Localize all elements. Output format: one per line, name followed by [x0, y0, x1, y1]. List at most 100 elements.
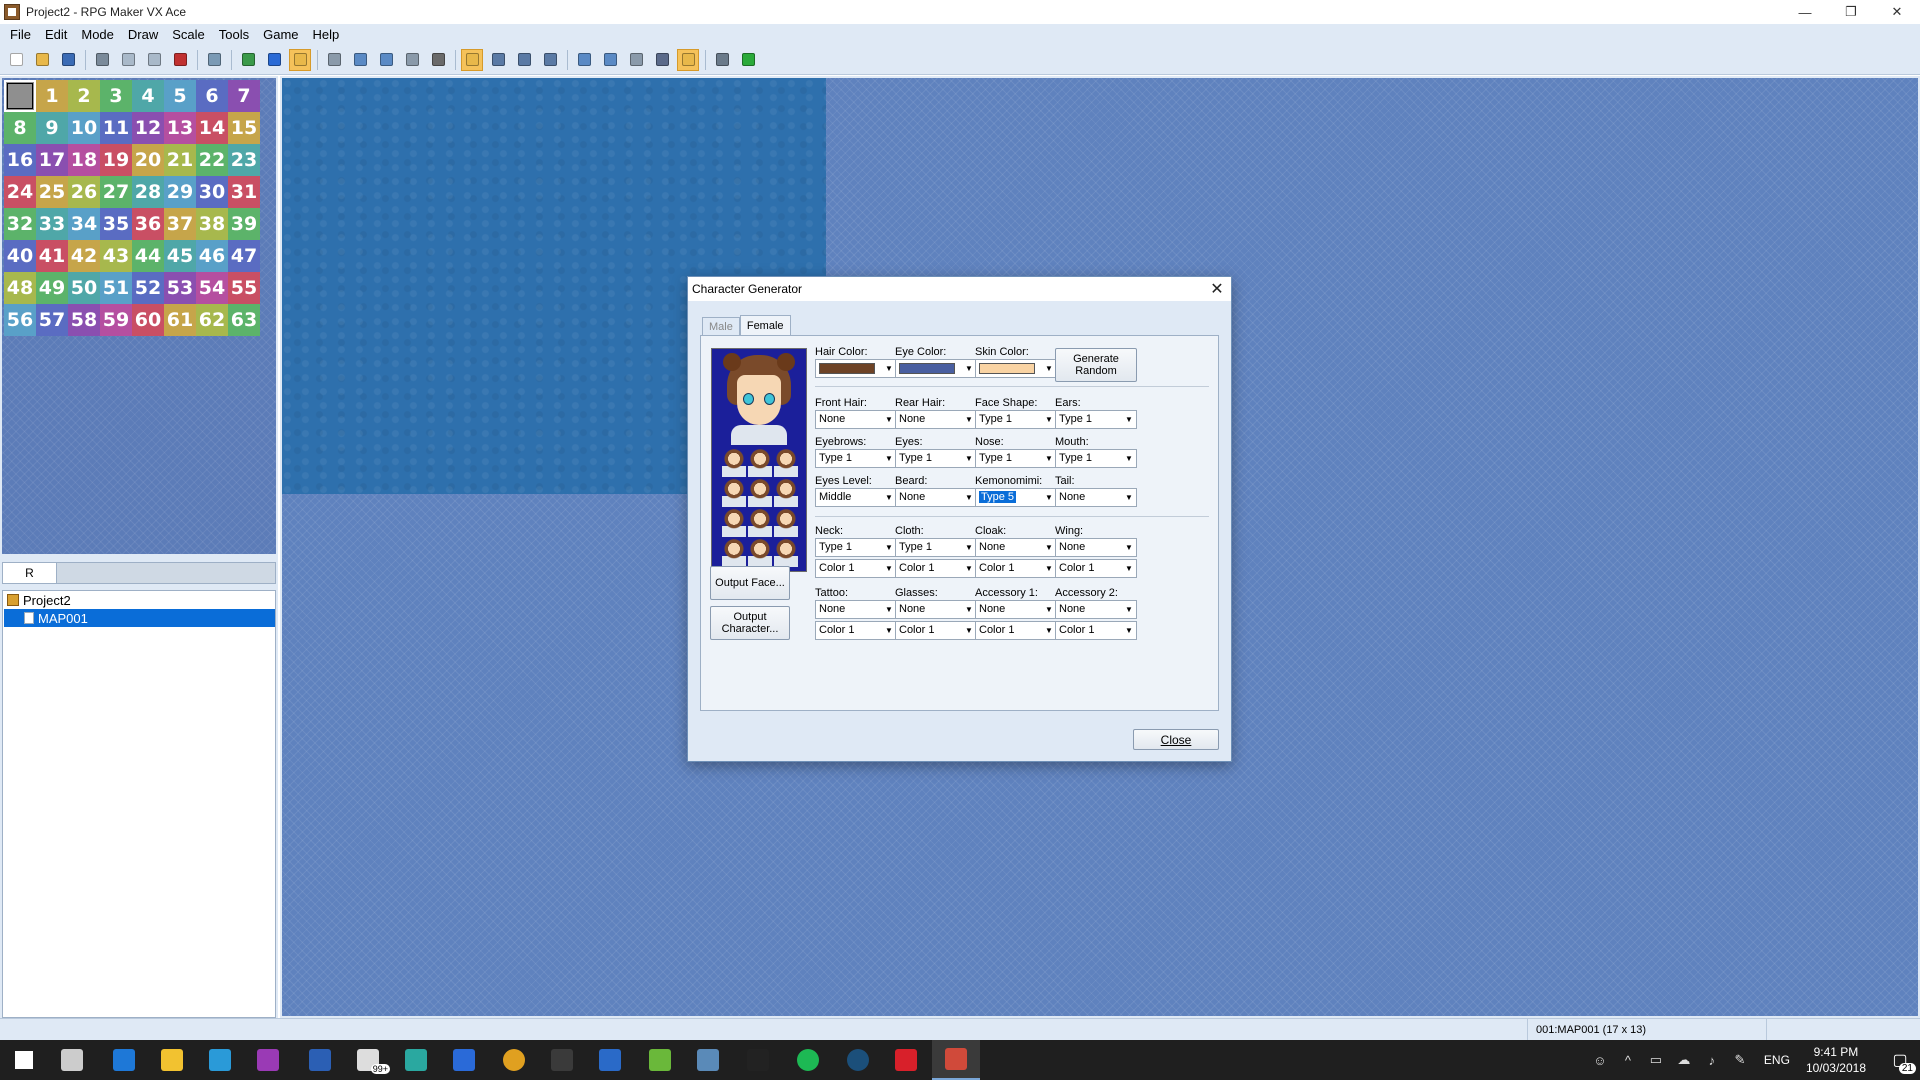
ears-select[interactable]: Type 1 ▼ [1055, 410, 1137, 429]
edge-taskbar-button[interactable] [100, 1040, 148, 1080]
scale-1-4-button[interactable] [513, 49, 535, 71]
delete-button[interactable] [169, 49, 191, 71]
flood-fill-button[interactable] [401, 49, 423, 71]
volume-icon[interactable]: ♪ [1698, 1040, 1726, 1080]
menu-tools[interactable]: Tools [212, 24, 256, 45]
tile-5[interactable]: 5 [164, 80, 196, 112]
tattoo-select[interactable]: None ▼ [815, 600, 897, 619]
tile-57[interactable]: 57 [36, 304, 68, 336]
tile-53[interactable]: 53 [164, 272, 196, 304]
tile-6[interactable]: 6 [196, 80, 228, 112]
tile-19[interactable]: 19 [100, 144, 132, 176]
creative-cloud-taskbar-button[interactable] [882, 1040, 930, 1080]
maps-taskbar-button[interactable] [636, 1040, 684, 1080]
copy-button[interactable] [117, 49, 139, 71]
event-layer-button[interactable] [289, 48, 311, 71]
generate-random-button[interactable]: Generate Random [1055, 348, 1137, 382]
cloud-icon[interactable]: ☁ [1670, 1040, 1698, 1080]
tile-51[interactable]: 51 [100, 272, 132, 304]
tile-50[interactable]: 50 [68, 272, 100, 304]
face-shape-select[interactable]: Type 1 ▼ [975, 410, 1057, 429]
dialog-close-icon[interactable]: ✕ [1203, 277, 1231, 301]
keepass-taskbar-button[interactable] [586, 1040, 634, 1080]
region-layer-button[interactable] [263, 49, 285, 71]
chevron-up-icon[interactable]: ^ [1614, 1040, 1642, 1080]
tile-35[interactable]: 35 [100, 208, 132, 240]
m-app-taskbar-button[interactable] [392, 1040, 440, 1080]
tile-33[interactable]: 33 [36, 208, 68, 240]
paste-button[interactable] [143, 49, 165, 71]
c-app-taskbar-button[interactable] [538, 1040, 586, 1080]
tile-61[interactable]: 61 [164, 304, 196, 336]
tile-25[interactable]: 25 [36, 176, 68, 208]
tile-41[interactable]: 41 [36, 240, 68, 272]
ellipse-button[interactable] [375, 49, 397, 71]
tile-30[interactable]: 30 [196, 176, 228, 208]
action-center-icon[interactable]: ▢ 21 [1880, 1040, 1920, 1080]
tile-7[interactable]: 7 [228, 80, 260, 112]
menu-file[interactable]: File [3, 24, 38, 45]
skin-color-select[interactable]: ▼ [975, 359, 1057, 378]
database-button[interactable] [573, 49, 595, 71]
onenote-taskbar-button[interactable] [244, 1040, 292, 1080]
menu-help[interactable]: Help [306, 24, 347, 45]
tile-24[interactable]: 24 [4, 176, 36, 208]
tile-42[interactable]: 42 [68, 240, 100, 272]
tile-60[interactable]: 60 [132, 304, 164, 336]
tile-1[interactable]: 1 [36, 80, 68, 112]
accessory-1-color-select[interactable]: Color 1 ▼ [975, 621, 1057, 640]
l-app-taskbar-button[interactable] [196, 1040, 244, 1080]
spotify-taskbar-button[interactable] [784, 1040, 832, 1080]
close-window-button[interactable]: ✕ [1874, 0, 1920, 24]
tile-37[interactable]: 37 [164, 208, 196, 240]
tile-58[interactable]: 58 [68, 304, 100, 336]
rpg-maker-taskbar-button[interactable] [932, 1040, 980, 1080]
language-indicator[interactable]: ENG [1764, 1053, 1790, 1067]
tile-46[interactable]: 46 [196, 240, 228, 272]
tile-39[interactable]: 39 [228, 208, 260, 240]
tile-empty-selected[interactable] [4, 80, 36, 112]
restore-button[interactable]: ❐ [1828, 0, 1874, 24]
resource-manager-button[interactable] [599, 49, 621, 71]
rectangle-button[interactable] [349, 49, 371, 71]
tile-9[interactable]: 9 [36, 112, 68, 144]
tree-item-project[interactable]: Project2 [3, 591, 275, 609]
pen-icon[interactable]: ✎ [1726, 1040, 1754, 1080]
tile-20[interactable]: 20 [132, 144, 164, 176]
menu-edit[interactable]: Edit [38, 24, 74, 45]
neck-select[interactable]: Type 1 ▼ [815, 538, 897, 557]
tile-56[interactable]: 56 [4, 304, 36, 336]
eyes-level-select[interactable]: Middle ▼ [815, 488, 897, 507]
front-hair-select[interactable]: None ▼ [815, 410, 897, 429]
tail-select[interactable]: None ▼ [1055, 488, 1137, 507]
cloth-select[interactable]: Type 1 ▼ [895, 538, 977, 557]
nose-select[interactable]: Type 1 ▼ [975, 449, 1057, 468]
sound-test-button[interactable] [651, 49, 673, 71]
scale-1-8-button[interactable] [539, 49, 561, 71]
cut-button[interactable] [91, 49, 113, 71]
tile-12[interactable]: 12 [132, 112, 164, 144]
neck-color-select[interactable]: Color 1 ▼ [815, 559, 897, 578]
accessory-2-select[interactable]: None ▼ [1055, 600, 1137, 619]
tile-16[interactable]: 16 [4, 144, 36, 176]
steam-taskbar-button[interactable] [834, 1040, 882, 1080]
file-explorer-taskbar-button[interactable] [148, 1040, 196, 1080]
tile-22[interactable]: 22 [196, 144, 228, 176]
tile-36[interactable]: 36 [132, 208, 164, 240]
cloak-color-select[interactable]: Color 1 ▼ [975, 559, 1057, 578]
pencil-button[interactable] [323, 49, 345, 71]
map-layer-button[interactable] [237, 49, 259, 71]
tile-18[interactable]: 18 [68, 144, 100, 176]
tile-40[interactable]: 40 [4, 240, 36, 272]
mail-taskbar-button[interactable]: 99+ [344, 1040, 392, 1080]
glasses-color-select[interactable]: Color 1 ▼ [895, 621, 977, 640]
tab-female[interactable]: Female [739, 315, 791, 336]
open-project-button[interactable] [31, 49, 53, 71]
tile-52[interactable]: 52 [132, 272, 164, 304]
scale-1-1-button[interactable] [461, 48, 483, 71]
output-character-button[interactable]: Output Character... [710, 606, 790, 640]
tile-31[interactable]: 31 [228, 176, 260, 208]
tile-55[interactable]: 55 [228, 272, 260, 304]
tile-15[interactable]: 15 [228, 112, 260, 144]
tile-44[interactable]: 44 [132, 240, 164, 272]
